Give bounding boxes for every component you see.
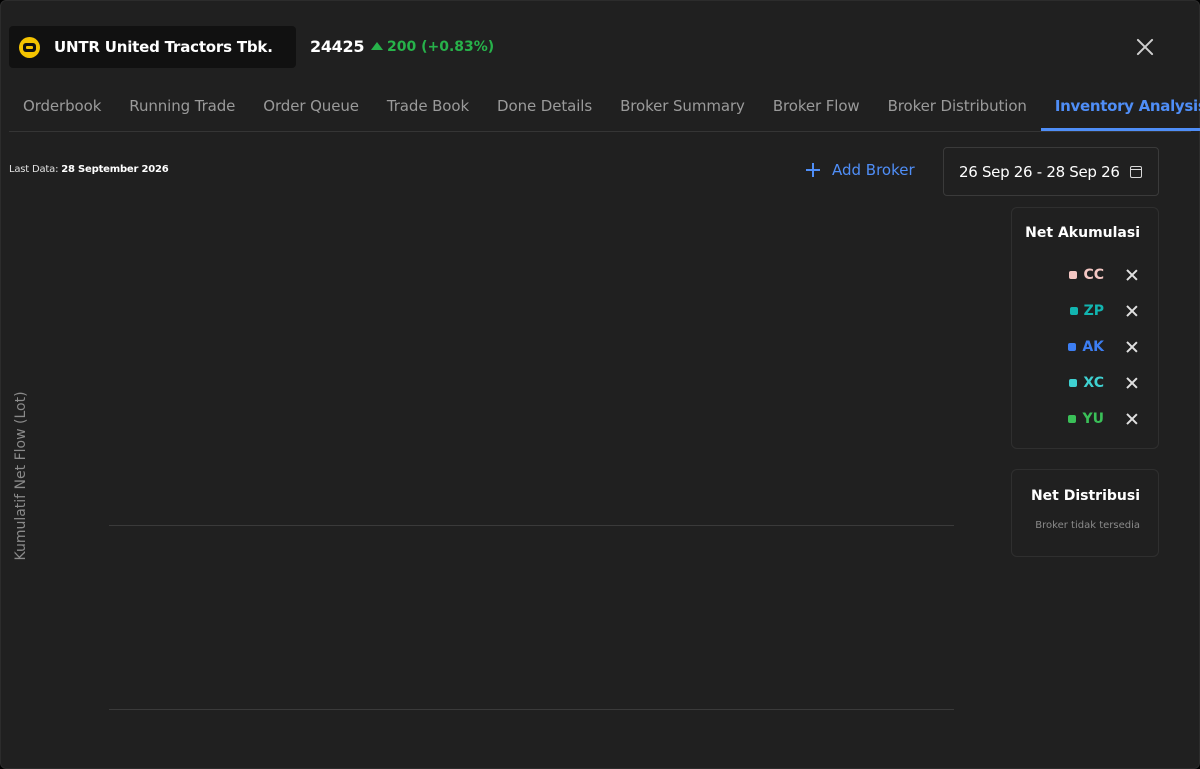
tab-broker-summary[interactable]: Broker Summary — [606, 85, 759, 131]
add-broker-button[interactable]: Add Broker — [806, 161, 915, 179]
legend-item-xc: XC — [1069, 375, 1138, 391]
tab-inventory-analysis[interactable]: Inventory Analysis — [1040, 85, 1200, 131]
net-distribusi-empty: Broker tidak tersedia — [1035, 520, 1140, 531]
legend-swatch — [1068, 415, 1077, 423]
net-akumulasi-panel: Net Akumulasi CC ZP AK XC YU — [1011, 207, 1159, 449]
tab-running-trade[interactable]: Running Trade — [115, 85, 249, 131]
tab-bar: Orderbook Running Trade Order Queue Trad… — [9, 85, 1200, 132]
broker-code: AK — [1082, 339, 1104, 355]
plus-icon — [806, 163, 820, 177]
broker-code: YU — [1082, 411, 1104, 427]
close-icon[interactable] — [1132, 34, 1158, 60]
legend-item-cc: CC — [1069, 267, 1138, 283]
tab-broker-distribution[interactable]: Broker Distribution — [874, 85, 1041, 131]
remove-broker-icon[interactable] — [1126, 377, 1138, 389]
chart-y-axis-label: Kumulatif Net Flow (Lot) — [13, 391, 29, 561]
triangle-up-icon — [371, 42, 383, 50]
net-distribusi-title: Net Distribusi — [1030, 488, 1140, 504]
chart-gridline — [109, 525, 954, 526]
net-akumulasi-title: Net Akumulasi — [1025, 225, 1140, 241]
tab-done-details[interactable]: Done Details — [483, 85, 606, 131]
price-change: 200 (+0.83%) — [371, 39, 494, 55]
legend-swatch — [1069, 307, 1078, 315]
tab-order-queue[interactable]: Order Queue — [249, 85, 373, 131]
last-data-value: 28 September 2026 — [61, 164, 169, 175]
price-change-value: 200 (+0.83%) — [387, 39, 495, 55]
chart-gridline — [109, 709, 954, 710]
calendar-icon — [1129, 165, 1142, 178]
broker-code: XC — [1083, 375, 1104, 391]
legend-swatch — [1069, 271, 1078, 279]
broker-code: CC — [1083, 267, 1104, 283]
remove-broker-icon[interactable] — [1126, 269, 1138, 281]
legend-item-yu: YU — [1068, 411, 1138, 427]
last-price: 24425 — [310, 37, 365, 56]
ticker-name: UNTR United Tractors Tbk. — [54, 38, 273, 56]
last-data-label: Last Data: — [9, 164, 59, 175]
legend-swatch — [1069, 379, 1078, 387]
remove-broker-icon[interactable] — [1126, 413, 1138, 425]
net-distribusi-panel: Net Distribusi Broker tidak tersedia — [1011, 469, 1159, 557]
date-range-value: 26 Sep 26 - 28 Sep 26 — [959, 162, 1120, 181]
tab-orderbook[interactable]: Orderbook — [9, 85, 115, 131]
tab-broker-flow[interactable]: Broker Flow — [759, 85, 874, 131]
ticker-header: UNTR United Tractors Tbk. — [9, 26, 296, 68]
broker-code: ZP — [1083, 303, 1104, 319]
last-data-info: Last Data: 28 September 2026 — [9, 164, 169, 175]
remove-broker-icon[interactable] — [1126, 305, 1138, 317]
company-logo-icon — [19, 36, 40, 58]
add-broker-label: Add Broker — [832, 161, 915, 179]
legend-item-zp: ZP — [1069, 303, 1138, 319]
inventory-analysis-modal: UNTR United Tractors Tbk. 24425 200 (+0.… — [0, 0, 1200, 769]
tab-trade-book[interactable]: Trade Book — [373, 85, 483, 131]
legend-item-ak: AK — [1068, 339, 1138, 355]
date-range-picker[interactable]: 26 Sep 26 - 28 Sep 26 — [943, 147, 1159, 196]
legend-swatch — [1068, 343, 1077, 351]
remove-broker-icon[interactable] — [1126, 341, 1138, 353]
